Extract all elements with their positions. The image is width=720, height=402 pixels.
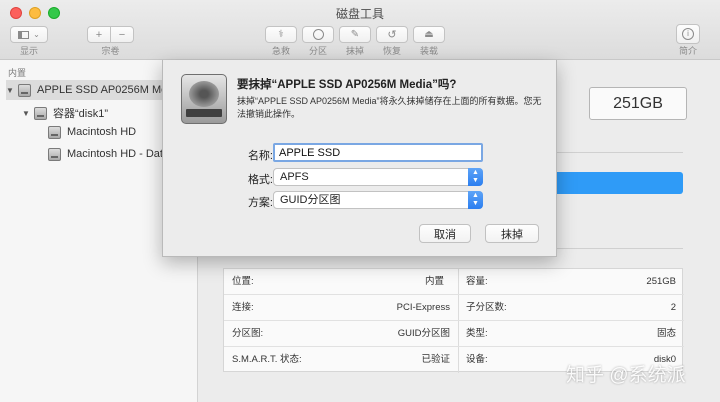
eject-icon: ⏏	[424, 29, 434, 40]
scheme-select[interactable]: GUID分区图 ▲ ▼	[273, 191, 483, 209]
view-label: 显示	[19, 46, 38, 56]
name-label: 名称:	[247, 150, 273, 162]
sidebar-item-label: 容器“disk1”	[53, 108, 109, 120]
info-key: 连接:	[232, 302, 254, 313]
chevron-up-down-icon: ▲ ▼	[468, 191, 483, 209]
info-key: 位置:	[232, 276, 254, 287]
disclosure-triangle-icon[interactable]: ▼	[22, 109, 34, 118]
info-button[interactable]: i	[676, 24, 700, 44]
info-icon: i	[682, 28, 694, 40]
container-icon	[34, 106, 47, 120]
partition-button[interactable]	[302, 26, 334, 43]
sidebar-item-label: Macintosh HD	[67, 126, 137, 138]
sidebar-item-macintosh-hd[interactable]: Macintosh HD	[48, 122, 136, 142]
table-row: 位置: 内置 容量: 251GB	[224, 269, 684, 295]
disclosure-triangle-icon[interactable]: ▼	[6, 86, 18, 95]
info-value: 2	[670, 302, 676, 313]
scheme-selected-value: GUID分区图	[280, 194, 341, 206]
info-value: 固态	[656, 328, 676, 339]
chevron-up-down-icon: ▲ ▼	[468, 168, 483, 186]
sidebar-item-macintosh-hd-data[interactable]: Macintosh HD - Data	[48, 144, 169, 164]
add-volume-button[interactable]: +	[87, 26, 111, 43]
partition-label: 分区	[308, 46, 327, 56]
sidebar-toggle-icon	[18, 30, 30, 39]
info-value: 内置	[424, 276, 444, 287]
window-title: 磁盘工具	[335, 7, 384, 21]
info-value: PCI-Express	[396, 302, 450, 313]
format-select[interactable]: APFS ▲ ▼	[273, 168, 483, 186]
dialog-message: 抹掉“APPLE SSD AP0256M Media”将永久抹掉储存在上面的所有…	[237, 96, 542, 119]
mount-button[interactable]: ⏏	[413, 26, 445, 43]
sidebar-item-container[interactable]: ▼ 容器“disk1”	[22, 103, 108, 123]
table-row: 连接: PCI-Express 子分区数: 2	[224, 295, 684, 321]
info-value: 251GB	[646, 276, 676, 287]
watermark-text: 知乎 @系统派	[566, 365, 686, 386]
first-aid-label: 急救	[271, 46, 290, 56]
name-input[interactable]	[273, 143, 483, 162]
internal-disk-icon	[18, 83, 31, 97]
restore-arrow-icon: ↺	[387, 29, 397, 41]
info-value: 已验证	[421, 354, 450, 365]
info-value: GUID分区图	[397, 328, 450, 339]
remove-volume-button[interactable]: −	[110, 26, 134, 43]
info-table: 位置: 内置 容量: 251GB 连接: PCI-Express 子分区数: 2…	[223, 268, 684, 373]
sidebar-section-title: 内置	[8, 68, 27, 78]
plus-icon: +	[95, 28, 103, 41]
format-label: 格式:	[247, 174, 273, 186]
restore-label: 恢复	[382, 46, 401, 56]
chevron-down-icon: ⌄	[33, 30, 40, 39]
info-key: 分区图:	[232, 328, 264, 339]
info-key: 设备:	[466, 354, 488, 365]
first-aid-button[interactable]: ⚕	[265, 26, 297, 43]
stethoscope-icon: ⚕	[278, 29, 284, 40]
view-button[interactable]: ⌄	[10, 26, 48, 43]
volume-icon	[48, 125, 61, 139]
window-toolbar: 磁盘工具 ⌄ 显示 + − 宗卷 ⚕ 急救 分区 ✎ 抹掉 ↺ 恢复 ⏏ 装载 …	[0, 0, 720, 60]
erase-toolbar-label: 抹掉	[345, 46, 364, 56]
sidebar-item-label: APPLE SSD AP0256M Media	[37, 84, 182, 96]
cancel-button[interactable]: 取消	[419, 224, 471, 243]
hard-drive-icon	[181, 74, 227, 124]
info-key: 子分区数:	[466, 302, 507, 313]
volume-icon	[48, 147, 61, 161]
volume-label: 宗卷	[101, 46, 120, 56]
erase-button[interactable]: 抹掉	[485, 224, 539, 243]
erase-toolbar-button[interactable]: ✎	[339, 26, 371, 43]
info-key: 容量:	[466, 276, 488, 287]
info-key: 类型:	[466, 328, 488, 339]
mount-label: 装载	[419, 46, 438, 56]
minus-icon: −	[118, 28, 126, 41]
sidebar-item-label: Macintosh HD - Data	[67, 148, 170, 160]
pie-partition-icon	[312, 29, 324, 40]
capacity-display: 251GB	[589, 87, 687, 120]
format-selected-value: APFS	[280, 171, 309, 183]
erase-icon: ✎	[350, 29, 360, 40]
info-label: 简介	[678, 46, 697, 56]
table-row: 分区图: GUID分区图 类型: 固态	[224, 321, 684, 347]
erase-dialog: 要抹掉“APPLE SSD AP0256M Media”吗? 抹掉“APPLE …	[162, 60, 557, 257]
scheme-label: 方案:	[247, 197, 273, 209]
restore-button[interactable]: ↺	[376, 26, 408, 43]
dialog-title: 要抹掉“APPLE SSD AP0256M Media”吗?	[237, 79, 457, 91]
